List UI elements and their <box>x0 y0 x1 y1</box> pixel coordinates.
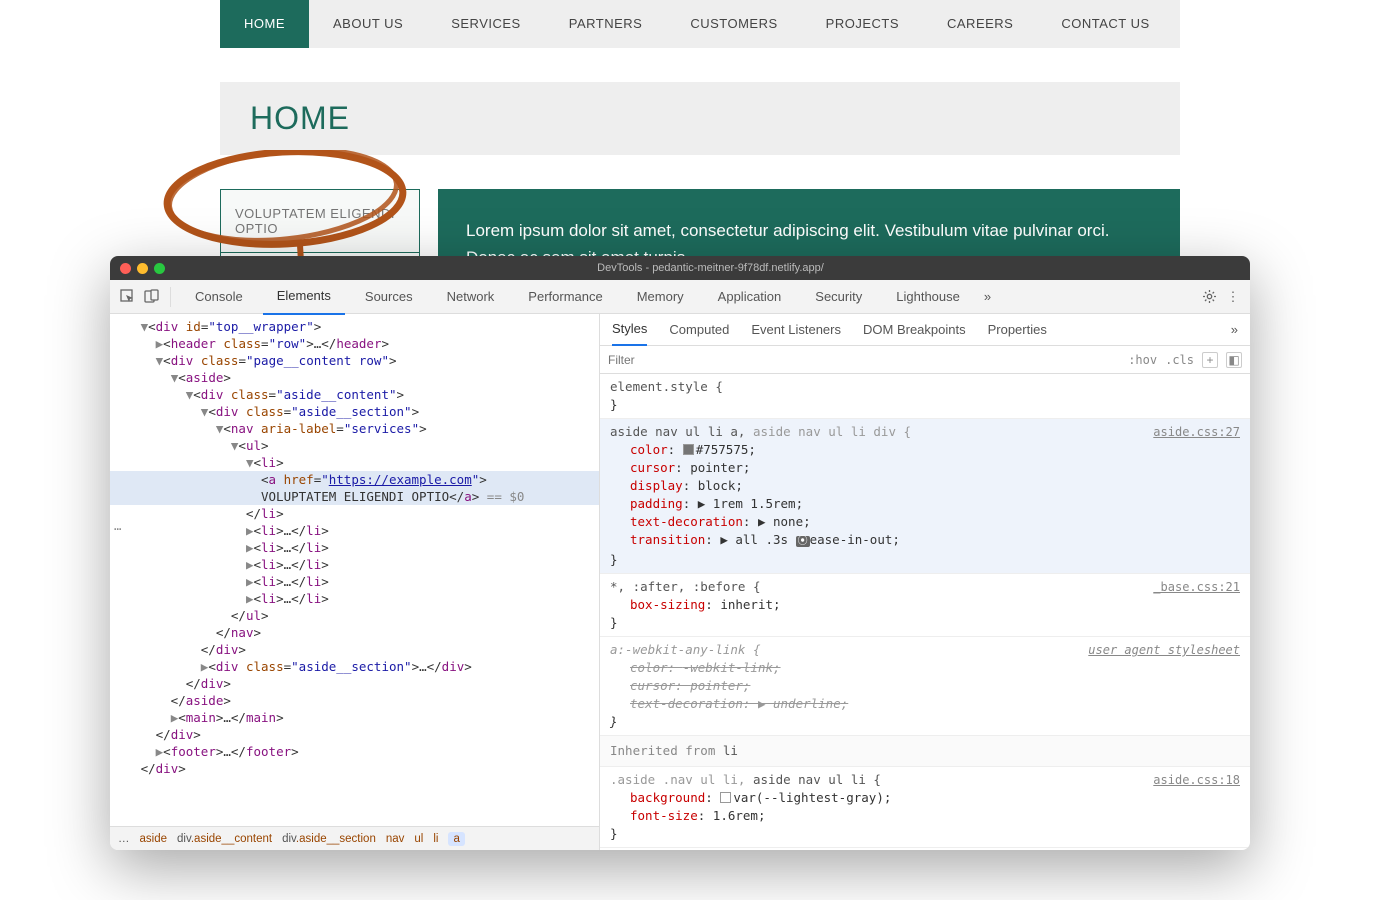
source-link[interactable]: _base.css:21 <box>1153 578 1240 596</box>
devtools-title: DevTools - pedantic-meitner-9f78df.netli… <box>181 262 1240 274</box>
device-icon[interactable] <box>142 288 160 306</box>
traffic-max-icon[interactable] <box>154 263 165 274</box>
nav-projects[interactable]: PROJECTS <box>802 0 923 48</box>
gear-icon[interactable] <box>1200 288 1218 306</box>
inspect-icon[interactable] <box>118 288 136 306</box>
tab-memory[interactable]: Memory <box>623 280 698 314</box>
properties-tab[interactable]: Properties <box>988 322 1047 337</box>
nav-about[interactable]: ABOUT US <box>309 0 427 48</box>
kebab-icon[interactable]: ⋮ <box>1224 288 1242 306</box>
nav-services[interactable]: SERVICES <box>427 0 545 48</box>
tab-elements[interactable]: Elements <box>263 279 345 315</box>
nav-careers[interactable]: CAREERS <box>923 0 1037 48</box>
dom-breakpoints-tab[interactable]: DOM Breakpoints <box>863 322 966 337</box>
devtools-window: DevTools - pedantic-meitner-9f78df.netli… <box>110 256 1250 850</box>
site-nav: HOME ABOUT US SERVICES PARTNERS CUSTOMER… <box>220 0 1180 48</box>
tab-security[interactable]: Security <box>801 280 876 314</box>
computed-tab[interactable]: Computed <box>669 322 729 337</box>
right-tabs-overflow-icon[interactable]: » <box>1231 322 1238 337</box>
devtools-toolbar: Console Elements Sources Network Perform… <box>110 280 1250 314</box>
nav-contact[interactable]: CONTACT US <box>1037 0 1173 48</box>
new-style-rule-icon[interactable]: + <box>1202 352 1218 368</box>
page-title: HOME <box>250 100 1150 137</box>
nav-home[interactable]: HOME <box>220 0 309 48</box>
styles-filter-input[interactable] <box>608 353 1120 367</box>
tab-lighthouse[interactable]: Lighthouse <box>882 280 974 314</box>
dom-selected-node[interactable]: <a href="https://example.com"> <box>110 471 599 488</box>
tab-sources[interactable]: Sources <box>351 280 427 314</box>
source-ua-label: user agent stylesheet <box>1088 641 1240 659</box>
dom-gutter-dots: ⋯ <box>114 522 121 536</box>
traffic-min-icon[interactable] <box>137 263 148 274</box>
dom-breadcrumb[interactable]: … aside div.aside__content div.aside__se… <box>110 826 599 850</box>
dom-tree[interactable]: ▼<div id="top__wrapper"> ▶<header class=… <box>110 314 599 826</box>
tab-network[interactable]: Network <box>433 280 509 314</box>
nav-partners[interactable]: PARTNERS <box>545 0 667 48</box>
toggle-sidebar-icon[interactable]: ◧ <box>1226 352 1242 368</box>
tab-performance[interactable]: Performance <box>514 280 616 314</box>
tab-console[interactable]: Console <box>181 280 257 314</box>
source-link[interactable]: aside.css:18 <box>1153 771 1240 789</box>
hov-toggle[interactable]: :hov <box>1128 353 1157 367</box>
cls-toggle[interactable]: .cls <box>1165 353 1194 367</box>
page-header: HOME <box>220 82 1180 155</box>
devtools-titlebar: DevTools - pedantic-meitner-9f78df.netli… <box>110 256 1250 280</box>
styles-pane[interactable]: element.style {} aside.css:27 aside nav … <box>600 374 1250 850</box>
sidebar-item-0[interactable]: VOLUPTATEM ELIGENDI OPTIO <box>221 190 419 252</box>
source-link[interactable]: aside.css:27 <box>1153 423 1240 441</box>
nav-customers[interactable]: CUSTOMERS <box>666 0 801 48</box>
styles-tab[interactable]: Styles <box>612 314 647 346</box>
traffic-close-icon[interactable] <box>120 263 131 274</box>
event-listeners-tab[interactable]: Event Listeners <box>751 322 841 337</box>
tab-application[interactable]: Application <box>704 280 796 314</box>
tabs-overflow-icon[interactable]: » <box>984 289 991 304</box>
